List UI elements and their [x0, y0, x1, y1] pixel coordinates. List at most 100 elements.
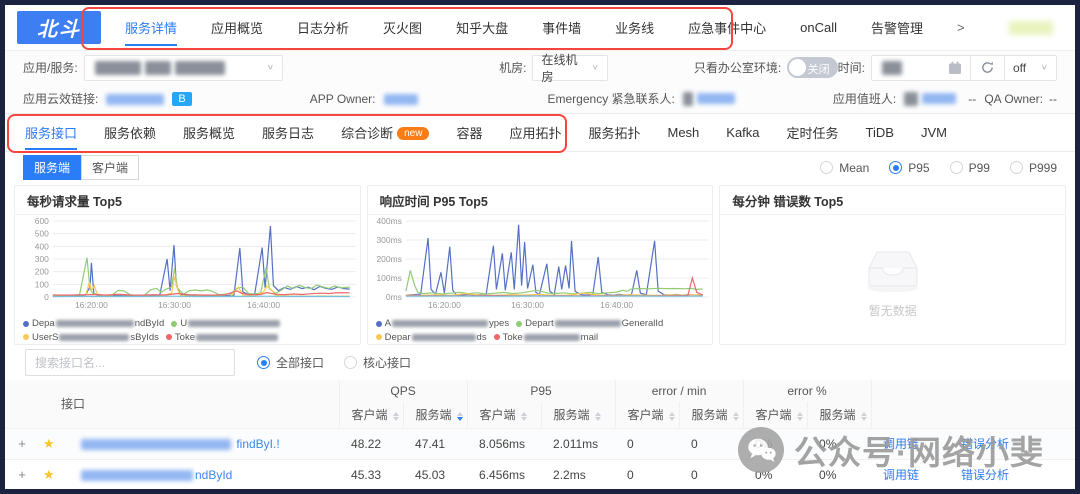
- sub-tab-综合诊断[interactable]: 综合诊断 new: [341, 112, 430, 153]
- interface-name-link[interactable]: findByI.!: [67, 427, 340, 459]
- app-logo: 北斗: [17, 11, 101, 44]
- expand-row-button[interactable]: +: [5, 458, 39, 489]
- auto-refresh-select[interactable]: off ∨: [1005, 54, 1057, 81]
- sub-tab-应用拓扑[interactable]: 应用拓扑: [509, 112, 561, 153]
- duty-value[interactable]: [902, 91, 958, 106]
- redacted-text: [392, 320, 489, 327]
- top-nav-item-知乎大盘[interactable]: 知乎大盘: [456, 5, 508, 50]
- column-header-empty: [949, 380, 1075, 428]
- sort-carets-icon: [732, 411, 739, 421]
- segment-客户端[interactable]: 客户端: [81, 155, 140, 180]
- radio-dot-icon: [1009, 161, 1023, 174]
- redacted-text: [55, 320, 134, 327]
- radio-scope-核心接口[interactable]: 核心接口: [344, 354, 411, 371]
- sub-tab-Kafka[interactable]: Kafka: [726, 114, 759, 151]
- chevron-down-icon: ∨: [266, 63, 275, 72]
- sub-tab-TiDB[interactable]: TiDB: [866, 114, 894, 151]
- radio-scope-全部接口[interactable]: 全部接口: [257, 354, 324, 371]
- top-nav-item-日志分析[interactable]: 日志分析: [297, 5, 349, 50]
- top-nav-item-灭火图[interactable]: 灭火图: [383, 5, 422, 50]
- sort-carets-icon: [594, 411, 601, 421]
- legend-item[interactable]: Depart GeneralId: [516, 317, 663, 330]
- sub-tab-服务接口[interactable]: 服务接口: [25, 112, 78, 153]
- yunxiao-label: 应用云效链接:: [23, 92, 99, 106]
- legend-item[interactable]: Depa ndById: [23, 317, 164, 330]
- sub-header-服务端-1[interactable]: 服务端: [403, 402, 468, 428]
- office-env-toggle[interactable]: 关闭: [787, 57, 838, 78]
- interface-scope-radio-group: 全部接口 核心接口: [257, 354, 411, 371]
- svg-text:100: 100: [35, 279, 49, 289]
- legend-dot-icon: [493, 334, 500, 340]
- top-nav-item-告警管理[interactable]: 告警管理: [871, 5, 923, 50]
- segment-服务端[interactable]: 服务端: [23, 155, 82, 180]
- top-nav-item-业务线[interactable]: 业务线: [615, 5, 654, 50]
- link-调用链[interactable]: 调用链: [871, 427, 950, 459]
- expand-row-button[interactable]: +: [5, 427, 39, 459]
- metric-value: 48.22: [339, 427, 404, 459]
- legend-item[interactable]: Aypes: [375, 317, 509, 330]
- series-line: [52, 226, 350, 297]
- sub-tab-服务拓扑[interactable]: 服务拓扑: [588, 112, 640, 153]
- sub-tab-Mesh[interactable]: Mesh: [667, 114, 699, 151]
- svg-text:200: 200: [35, 267, 49, 277]
- yunxiao-link[interactable]: [104, 92, 166, 106]
- legend-item[interactable]: Dep findByDId: [376, 344, 538, 345]
- legend-item[interactable]: Toke: [165, 331, 279, 344]
- top-nav-item-onCall[interactable]: onCall: [800, 7, 837, 48]
- svg-text:300: 300: [35, 254, 49, 264]
- legend-item[interactable]: UserS sByIds: [23, 331, 159, 344]
- radio-P99[interactable]: P99: [949, 161, 990, 175]
- sub-header-客户端-6[interactable]: 客户端: [743, 402, 808, 428]
- link-调用链[interactable]: 调用链: [871, 458, 950, 489]
- time-label: 时间:: [837, 61, 865, 75]
- favorite-star-icon[interactable]: ★: [39, 427, 67, 459]
- refresh-button[interactable]: [971, 54, 1005, 81]
- app-service-select[interactable]: ∨: [83, 54, 284, 81]
- sub-header-服务端-7[interactable]: 服务端: [807, 402, 872, 428]
- sub-header-服务端-5[interactable]: 服务端: [679, 402, 744, 428]
- app-owner-value[interactable]: [382, 92, 420, 106]
- sub-tab-服务日志[interactable]: 服务日志: [262, 112, 314, 153]
- legend-dot-icon: [23, 334, 29, 340]
- metric-value: 0%: [743, 427, 808, 459]
- sub-tab-定时任务[interactable]: 定时任务: [787, 112, 839, 153]
- top-nav-item-应用概览[interactable]: 应用概览: [211, 5, 263, 50]
- radio-Mean[interactable]: Mean: [820, 161, 869, 175]
- sub-tab-服务依赖[interactable]: 服务依赖: [104, 112, 156, 153]
- legend-item[interactable]: U: [171, 317, 281, 330]
- search-input[interactable]: [25, 349, 235, 376]
- legend-item[interactable]: Toke mail: [493, 331, 598, 344]
- sub-tab-服务概览[interactable]: 服务概览: [183, 112, 235, 153]
- side-segmented-control: 服务端 客户端: [23, 155, 140, 180]
- radio-P95[interactable]: P95: [889, 161, 930, 175]
- radio-P999[interactable]: P999: [1009, 161, 1057, 175]
- metric-value: 0%: [807, 427, 872, 459]
- idc-select[interactable]: 在线机房 ∨: [532, 53, 608, 84]
- top-nav-item-服务详情[interactable]: 服务详情: [125, 5, 178, 50]
- app-owner-label: APP Owner:: [309, 91, 376, 106]
- emergency-value[interactable]: [681, 91, 737, 106]
- redacted-text: [59, 333, 130, 341]
- sub-header-客户端-2[interactable]: 客户端: [467, 402, 542, 428]
- sub-tab-容器[interactable]: 容器: [456, 112, 482, 153]
- legend-item[interactable]: Tokenail: [23, 344, 127, 345]
- link-错误分析[interactable]: 错误分析: [949, 427, 1075, 459]
- metric-value: 0: [679, 458, 744, 489]
- legend-item[interactable]: Depar ds: [375, 331, 487, 344]
- interface-name-link[interactable]: ndById: [67, 458, 340, 489]
- sub-header-客户端-4[interactable]: 客户端: [615, 402, 680, 428]
- link-错误分析[interactable]: 错误分析: [949, 458, 1075, 489]
- yunxiao-badge[interactable]: B: [172, 91, 192, 106]
- favorite-star-icon[interactable]: ★: [39, 458, 67, 489]
- redacted-text: [554, 320, 621, 327]
- top-nav-item-应急事件中心[interactable]: 应急事件中心: [688, 5, 766, 50]
- idc-label: 机房:: [499, 61, 527, 75]
- nav-more-arrow-icon[interactable]: >: [957, 20, 965, 35]
- sub-tab-JVM[interactable]: JVM: [921, 114, 947, 151]
- time-range-picker[interactable]: [871, 54, 971, 81]
- top-nav-item-事件墙[interactable]: 事件墙: [542, 5, 581, 50]
- sub-header-服务端-3[interactable]: 服务端: [541, 402, 616, 428]
- sub-header-客户端-0[interactable]: 客户端: [339, 402, 404, 428]
- user-name-redacted[interactable]: [1007, 19, 1055, 37]
- interfaces-table: 接口 QPS P95 error / min error % 客户端 服务端 客户端 服务端 客户…: [5, 380, 1075, 489]
